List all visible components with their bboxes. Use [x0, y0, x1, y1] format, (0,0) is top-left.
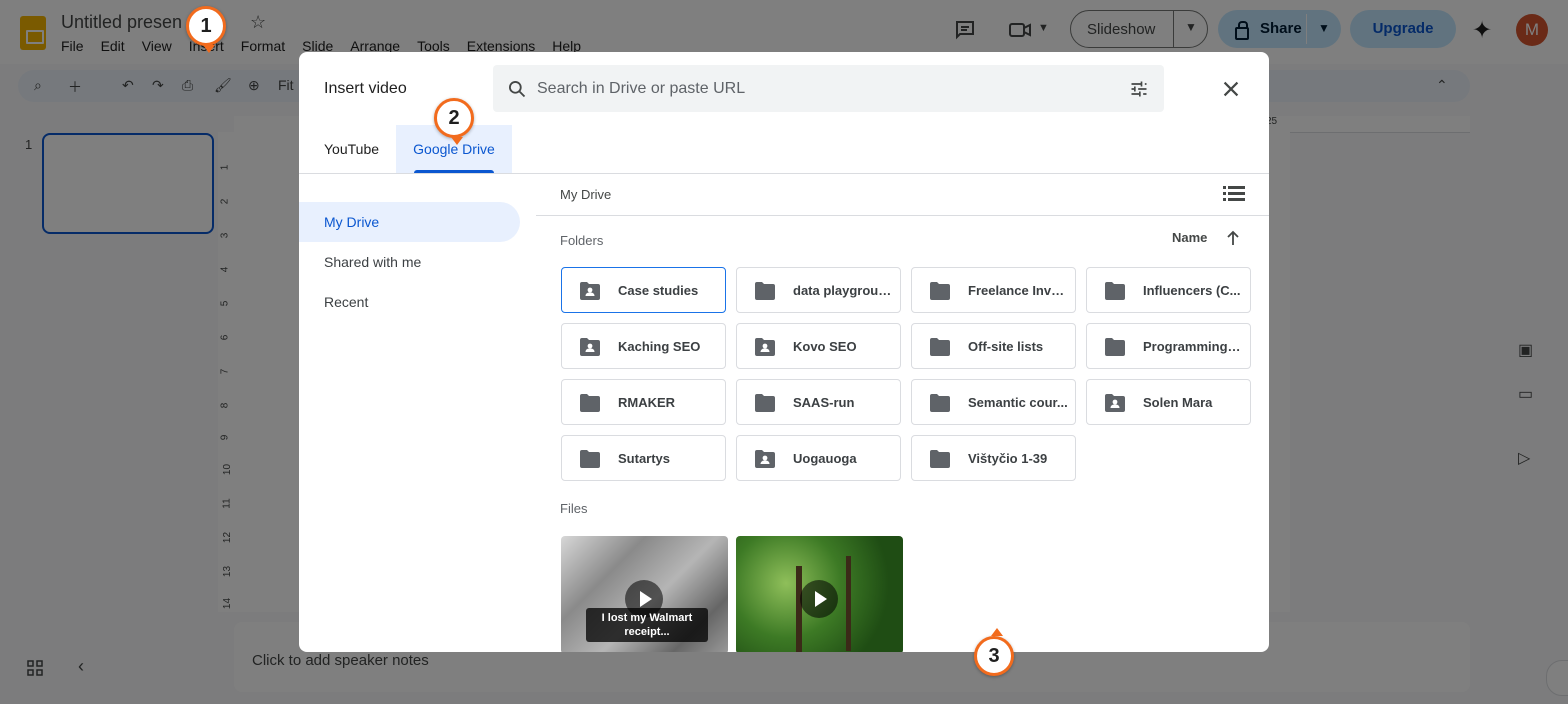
folder-icon: [930, 338, 950, 356]
folder-item[interactable]: Influencers (C...: [1086, 267, 1251, 313]
folder-name: Uogauoga: [793, 451, 857, 466]
video-file-thumbnail[interactable]: [736, 536, 903, 652]
marker-pointer: [451, 137, 463, 145]
folder-name: Vištyčio 1-39: [968, 451, 1048, 466]
folder-icon: [580, 450, 600, 468]
folder-icon: [930, 282, 950, 300]
dialog-title: Insert video: [324, 80, 407, 97]
files-heading: Files: [560, 501, 588, 516]
folder-item[interactable]: Programming i...: [1086, 323, 1251, 369]
filter-options-icon[interactable]: [1129, 79, 1149, 99]
shared-folder-icon: [580, 282, 600, 300]
folder-name: Off-site lists: [968, 339, 1044, 354]
shared-folder-icon: [1105, 394, 1125, 412]
folder-name: Programming i...: [1143, 339, 1243, 354]
folder-item[interactable]: Vištyčio 1-39: [911, 435, 1076, 481]
folder-name: data playgroun...: [793, 283, 893, 298]
tab-youtube[interactable]: YouTube: [324, 125, 379, 173]
step-marker-2: 2: [434, 98, 474, 145]
nav-item-recent[interactable]: Recent: [299, 282, 520, 322]
folder-item[interactable]: Solen Mara: [1086, 379, 1251, 425]
folder-item[interactable]: Uogauoga: [736, 435, 901, 481]
folder-name: Kaching SEO: [618, 339, 701, 354]
nav-item-shared-with-me[interactable]: Shared with me: [299, 242, 520, 282]
video-file-thumbnail[interactable]: I lost my Walmart receipt...: [561, 536, 728, 652]
step-number: 3: [988, 645, 1000, 667]
folder-item[interactable]: Off-site lists: [911, 323, 1076, 369]
close-icon[interactable]: [1220, 78, 1242, 100]
folders-heading: Folders: [560, 233, 604, 248]
shared-folder-icon: [755, 450, 775, 468]
folder-name: Sutartys: [618, 451, 671, 466]
insert-video-dialog: Insert video Search in Drive or paste UR…: [299, 52, 1269, 652]
step-marker-3: 3: [974, 628, 1014, 676]
breadcrumb[interactable]: My Drive: [560, 187, 611, 202]
folder-icon: [1105, 338, 1125, 356]
folder-name: Solen Mara: [1143, 395, 1213, 410]
folder-icon: [580, 394, 600, 412]
search-icon: [509, 81, 526, 98]
search-placeholder: Search in Drive or paste URL: [537, 80, 746, 97]
folder-name: RMAKER: [618, 395, 676, 410]
folder-name: Kovo SEO: [793, 339, 857, 354]
sort-by-name[interactable]: Name: [1172, 230, 1207, 245]
shared-folder-icon: [755, 338, 775, 356]
folder-icon: [1105, 282, 1125, 300]
folder-icon: [755, 282, 775, 300]
folder-item[interactable]: data playgroun...: [736, 267, 901, 313]
folder-item[interactable]: Semantic cour...: [911, 379, 1076, 425]
folder-item[interactable]: RMAKER: [561, 379, 726, 425]
marker-pointer: [203, 45, 215, 53]
play-icon: [800, 580, 838, 618]
folder-item[interactable]: Freelance Invo...: [911, 267, 1076, 313]
folder-icon: [930, 450, 950, 468]
marker-pointer: [991, 628, 1003, 636]
folder-item[interactable]: SAAS-run: [736, 379, 901, 425]
folder-item[interactable]: Kaching SEO: [561, 323, 726, 369]
folder-name: Case studies: [618, 283, 699, 298]
active-tab-indicator: [414, 170, 494, 173]
folder-name: Freelance Invo...: [968, 283, 1068, 298]
drive-nav: My Drive Shared with me Recent: [299, 202, 520, 322]
folder-name: Influencers (C...: [1143, 283, 1241, 298]
step-number: 2: [448, 107, 460, 129]
arrow-up-icon[interactable]: [1226, 230, 1240, 246]
folder-name: SAAS-run: [793, 395, 855, 410]
folder-name: Semantic cour...: [968, 395, 1068, 410]
video-caption: I lost my Walmart receipt...: [586, 608, 708, 642]
step-marker-1: 1: [186, 6, 226, 53]
folder-icon: [930, 394, 950, 412]
folder-item[interactable]: Sutartys: [561, 435, 726, 481]
shared-folder-icon: [580, 338, 600, 356]
breadcrumb-bar: My Drive: [536, 173, 1269, 216]
folder-item[interactable]: Case studies: [561, 267, 726, 313]
step-number: 1: [200, 15, 212, 37]
search-input[interactable]: Search in Drive or paste URL: [493, 65, 1164, 112]
list-view-icon[interactable]: [1223, 185, 1245, 203]
nav-item-my-drive[interactable]: My Drive: [299, 202, 520, 242]
folder-item[interactable]: Kovo SEO: [736, 323, 901, 369]
folder-icon: [755, 394, 775, 412]
